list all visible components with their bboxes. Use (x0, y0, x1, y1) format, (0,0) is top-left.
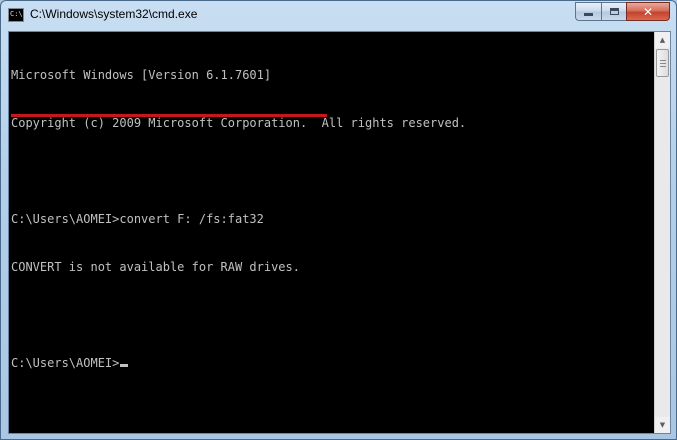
window-title: C:\Windows\system32\cmd.exe (30, 7, 198, 21)
scroll-up-button[interactable]: ▲ (655, 32, 670, 48)
arrow-up-icon: ▲ (659, 36, 666, 44)
maximize-icon (609, 8, 619, 15)
grip-line (660, 63, 666, 64)
console-line: Microsoft Windows [Version 6.1.7601] (11, 68, 272, 82)
cmd-window: C:\ C:\Windows\system32\cmd.exe ✕ Micros… (0, 0, 677, 440)
grip-line (660, 66, 666, 67)
close-button[interactable]: ✕ (626, 2, 670, 21)
scroll-down-button[interactable]: ▼ (655, 417, 670, 433)
grip-line (660, 60, 666, 61)
console-error-line: CONVERT is not available for RAW drives. (11, 260, 300, 274)
console-area[interactable]: Microsoft Windows [Version 6.1.7601] Cop… (8, 31, 671, 434)
console-line: C:\Users\AOMEI>convert F: /fs:fat32 (11, 212, 264, 226)
console-line: Copyright (c) 2009 Microsoft Corporation… (11, 116, 467, 130)
window-controls: ✕ (575, 2, 670, 21)
close-icon: ✕ (642, 4, 654, 19)
vertical-scrollbar[interactable]: ▲ ▼ (654, 32, 670, 433)
minimize-button[interactable] (575, 2, 601, 21)
text-cursor (120, 364, 129, 367)
title-bar[interactable]: C:\ C:\Windows\system32\cmd.exe ✕ (1, 1, 676, 31)
highlight-underline (11, 114, 327, 117)
console-output[interactable]: Microsoft Windows [Version 6.1.7601] Cop… (9, 32, 654, 433)
minimize-icon (584, 13, 593, 16)
arrow-down-icon: ▼ (659, 421, 666, 429)
console-prompt-line[interactable]: C:\Users\AOMEI> (11, 355, 654, 371)
prompt-text: C:\Users\AOMEI> (11, 356, 120, 370)
maximize-button[interactable] (601, 2, 626, 21)
cmd-app-icon[interactable]: C:\ (8, 8, 24, 22)
scrollbar-thumb[interactable] (656, 49, 669, 77)
